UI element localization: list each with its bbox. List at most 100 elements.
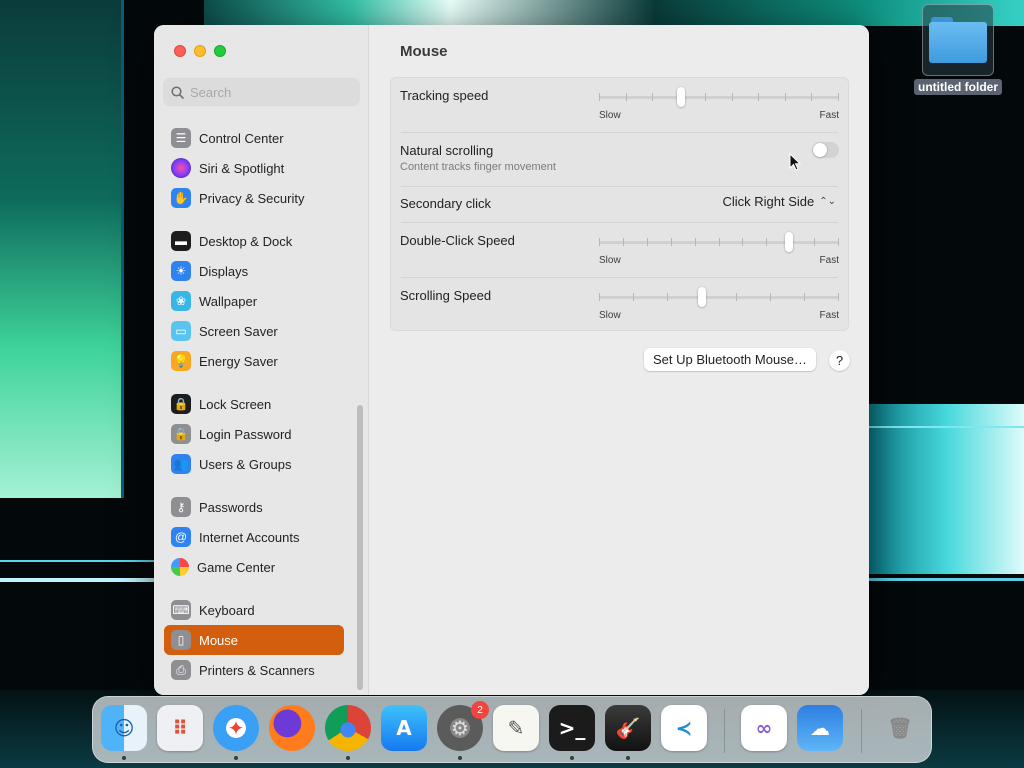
dock-app-weather[interactable]: ☁ (797, 705, 843, 751)
folder-label: untitled folder (914, 79, 1002, 95)
wallpaper-shape (869, 404, 1024, 574)
running-indicator (626, 756, 630, 760)
sidebar-item-label: Printers & Scanners (199, 662, 315, 678)
sidebar-item-users-and-groups[interactable]: 👥 Users & Groups (164, 449, 344, 479)
slider-tick (784, 93, 786, 101)
secondary-click-label: Secondary click (400, 196, 492, 211)
sidebar-item-privacy-and-security[interactable]: ✋ Privacy & Security (164, 183, 344, 213)
double-click-speed-slider[interactable]: Slow Fast (599, 224, 839, 266)
zoom-button[interactable] (214, 45, 226, 57)
slider-tick (670, 238, 672, 246)
dock-app-launchpad[interactable]: ⠿ (157, 705, 203, 751)
dock-app-finder[interactable]: ☺ (101, 705, 147, 751)
slider-tick (599, 293, 600, 301)
sidebar-item-keyboard[interactable]: ⌨ Keyboard (164, 595, 344, 625)
dock-app-firefox[interactable] (269, 705, 315, 751)
sidebar-item-label: Energy Saver (199, 353, 278, 369)
running-indicator (346, 756, 350, 760)
dock-app-chrome[interactable]: ● (325, 705, 371, 751)
dock-app-visual-studio-code[interactable]: ≺ (661, 705, 707, 751)
slider-tick (705, 93, 707, 101)
dock-app-visual-studio[interactable]: ∞ (741, 705, 787, 751)
divider (401, 222, 838, 223)
running-indicator (570, 756, 574, 760)
dock-app-terminal[interactable]: >_ (549, 705, 595, 751)
divider (401, 132, 838, 133)
toggle-knob (813, 143, 827, 157)
sidebar-item-displays[interactable]: ☀ Displays (164, 256, 344, 286)
sidebar-item-internet-accounts[interactable]: @ Internet Accounts (164, 522, 344, 552)
slider-max-label: Fast (819, 310, 839, 321)
sidebar-item-passwords[interactable]: ⚷ Passwords (164, 492, 344, 522)
sidebar-item-label: Control Center (199, 130, 284, 146)
dock-app-system-settings[interactable]: ⚙ 2 (437, 701, 489, 751)
dock-app-safari[interactable]: ✦ (213, 705, 259, 751)
slider-tick (694, 238, 696, 246)
slider-max-label: Fast (819, 110, 839, 121)
slider-tick (622, 238, 624, 246)
search-input[interactable] (190, 84, 350, 100)
setup-bluetooth-mouse-button[interactable]: Set Up Bluetooth Mouse… (644, 348, 816, 371)
sidebar-item-game-center[interactable]: Game Center (164, 552, 344, 582)
terminal-icon: >_ (549, 705, 595, 751)
scrollbar-thumb[interactable] (357, 405, 363, 690)
sidebar-item-label: Screen Saver (199, 323, 278, 339)
tracking-speed-slider[interactable]: Slow Fast (599, 79, 839, 121)
slider-max-label: Fast (819, 255, 839, 266)
minimize-button[interactable] (194, 45, 206, 57)
dock-app-app-store[interactable]: A (381, 705, 427, 751)
dock-app-textedit[interactable]: ✎ (493, 705, 539, 751)
close-button[interactable] (174, 45, 186, 57)
dock-app-trash[interactable]: 🗑 (877, 705, 923, 751)
slider-tick (652, 93, 654, 101)
sidebar-item-mouse[interactable]: ▯ Mouse (164, 625, 344, 655)
wallpaper-shape (0, 0, 124, 498)
page-title: Mouse (400, 43, 448, 60)
dock-separator (861, 709, 862, 753)
sidebar-item-label: Displays (199, 263, 249, 279)
slider-tick (718, 238, 720, 246)
sidebar-item-wallpaper[interactable]: ❀ Wallpaper (164, 286, 344, 316)
wallpaper-shape (0, 560, 154, 562)
sidebar-item-desktop-and-dock[interactable]: ▬ Desktop & Dock (164, 226, 344, 256)
natural-scrolling-toggle[interactable] (812, 142, 839, 158)
folder-icon (922, 4, 994, 76)
help-button[interactable]: ? (829, 350, 850, 371)
printer-icon: ⎙ (171, 660, 191, 680)
sidebar-item-siri-and-spotlight[interactable]: Siri & Spotlight (164, 153, 344, 183)
slider-knob[interactable] (676, 87, 685, 107)
sidebar-item-label: Login Password (199, 426, 292, 442)
scrolling-speed-slider[interactable]: Slow Fast (599, 279, 839, 321)
sidebar-item-printers-and-scanners[interactable]: ⎙ Printers & Scanners (164, 655, 344, 685)
sidebar-item-screen-saver[interactable]: ▭ Screen Saver (164, 316, 344, 346)
at-icon: @ (171, 527, 191, 547)
search-icon (171, 85, 184, 99)
search-field[interactable] (163, 78, 360, 106)
slider-min-label: Slow (599, 255, 621, 266)
sidebar-item-login-password[interactable]: 🔒 Login Password (164, 419, 344, 449)
slider-knob[interactable] (698, 287, 707, 307)
slider-knob[interactable] (784, 232, 793, 252)
system-settings-window: ☰ Control Center Siri & Spotlight ✋ Privacy … (154, 25, 869, 695)
sidebar-item-label: Internet Accounts (199, 529, 300, 545)
sidebar-item-lock-screen[interactable]: 🔒 Lock Screen (164, 389, 344, 419)
sidebar-item-label: Passwords (199, 499, 263, 515)
slider-tick (735, 293, 737, 301)
firefox-icon (269, 705, 315, 751)
dock: ☺ ⠿ ✦ ● A ⚙ 2 ✎ >_ 🎸 ≺ ∞ ☁ 🗑 (92, 696, 932, 763)
notification-badge: 2 (471, 701, 489, 719)
finder-icon: ☺ (101, 705, 147, 751)
slider-tick (599, 238, 600, 246)
sidebar-item-energy-saver[interactable]: 💡 Energy Saver (164, 346, 344, 376)
slider-tick (838, 93, 839, 101)
sidebar-scrollbar[interactable] (357, 405, 363, 690)
keyboard-icon: ⌨ (171, 600, 191, 620)
desktop-folder[interactable]: untitled folder (913, 4, 1003, 96)
slider-tick (838, 293, 839, 301)
dock-app-garageband[interactable]: 🎸 (605, 705, 651, 751)
launchpad-icon: ⠿ (157, 705, 203, 751)
sidebar-list: ☰ Control Center Siri & Spotlight ✋ Privacy … (154, 117, 369, 695)
sidebar-item-control-center[interactable]: ☰ Control Center (164, 123, 344, 153)
secondary-click-value: Click Right Side (722, 194, 815, 209)
secondary-click-popup[interactable]: Click Right Side ⌃⌄ (722, 194, 836, 209)
